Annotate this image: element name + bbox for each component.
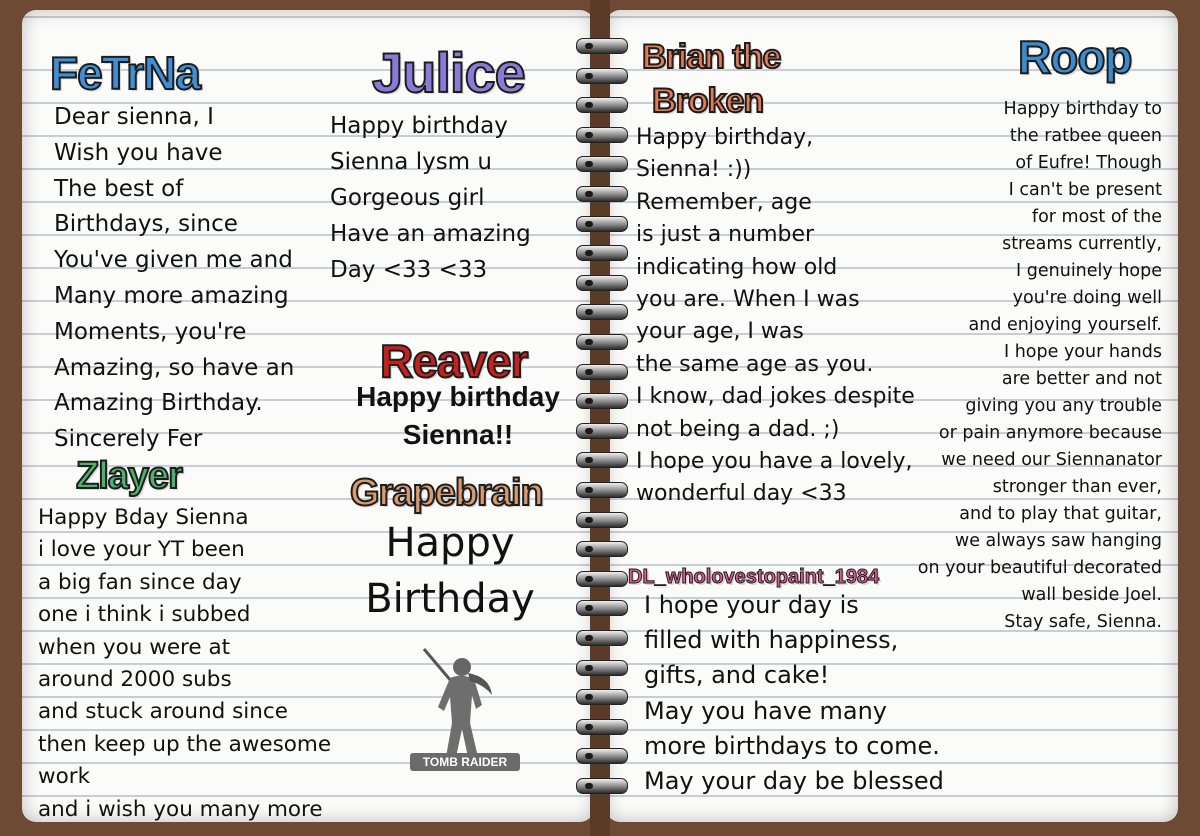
spiral-ring bbox=[576, 97, 628, 114]
tomb-raider-text: TOMB RAIDER bbox=[410, 753, 520, 771]
spiral-ring bbox=[576, 363, 628, 380]
roop-name: Roop bbox=[1017, 30, 1134, 84]
brian-message: Happy birthday, Sienna! :)) Remember, ag… bbox=[636, 125, 915, 507]
fetrna-message: Dear sienna, I Wish you have The best of… bbox=[54, 104, 295, 453]
spiral-ring bbox=[576, 422, 628, 439]
spiral-binding bbox=[590, 0, 610, 836]
julice-message: Happy birthday Sienna lysm u Gorgeous gi… bbox=[330, 113, 531, 283]
spiral-ring bbox=[576, 511, 628, 528]
fetrna-name: FeTrNa bbox=[49, 46, 202, 100]
dl-name: DL_wholovestopaint_1984 bbox=[627, 566, 880, 589]
zlayer-name: Zlayer bbox=[75, 454, 184, 498]
grapebrain-message: Happy Birthday bbox=[365, 520, 535, 622]
spiral-ring bbox=[576, 689, 628, 706]
spiral-ring bbox=[576, 304, 628, 321]
dl-message: I hope your day is filled with happiness… bbox=[644, 591, 944, 796]
spiral-ring bbox=[576, 541, 628, 558]
tomb-raider-logo: TOMB RAIDER bbox=[410, 645, 520, 775]
spiral-ring bbox=[576, 748, 628, 765]
spiral-ring bbox=[576, 659, 628, 676]
julice-name: Julice bbox=[371, 40, 527, 105]
spiral-ring bbox=[576, 245, 628, 262]
spiral-ring bbox=[576, 452, 628, 469]
spiral-ring bbox=[576, 570, 628, 587]
spiral-ring bbox=[576, 215, 628, 232]
spiral-ring bbox=[576, 778, 628, 794]
roop-message: Happy birthday to the ratbee queen of Eu… bbox=[917, 99, 1162, 632]
spiral-ring bbox=[576, 38, 628, 54]
spiral-ring bbox=[576, 126, 628, 143]
spiral-ring bbox=[576, 156, 628, 173]
spiral-ring bbox=[576, 718, 628, 735]
brian-name-line2: Broken bbox=[651, 81, 765, 121]
spiral-ring bbox=[576, 67, 628, 84]
spiral-ring bbox=[576, 600, 628, 617]
spiral-ring bbox=[576, 334, 628, 350]
spiral-ring bbox=[576, 186, 628, 202]
spiral-ring bbox=[576, 274, 628, 291]
spiral-ring bbox=[576, 630, 628, 646]
zlayer-message: Happy Bday Sienna i love your YT been a … bbox=[38, 505, 332, 822]
reaver-message: Happy birthday Sienna!! bbox=[356, 381, 560, 450]
brian-name-line1: Brian the bbox=[641, 37, 782, 77]
spiral-ring bbox=[576, 482, 628, 498]
spiral-ring bbox=[576, 393, 628, 410]
grapebrain-name: Grapebrain bbox=[349, 471, 545, 515]
